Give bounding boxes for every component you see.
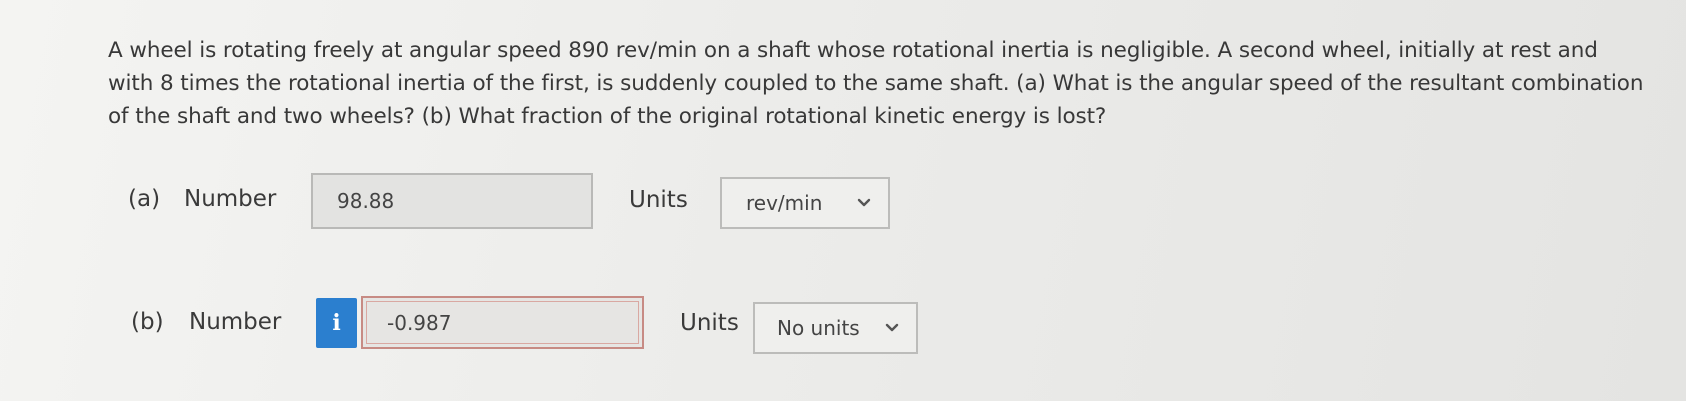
part-a-label: (a): [128, 186, 161, 212]
part-a-answer-value: 98.88: [337, 189, 395, 213]
part-b-number-label: Number: [189, 309, 282, 335]
part-b-units-value: No units: [777, 316, 860, 340]
question-text: A wheel is rotating freely at angular sp…: [108, 38, 1644, 129]
part-b-units-label: Units: [680, 310, 739, 336]
part-b-row: (b) Number i -0.987 Units No units: [0, 296, 1686, 354]
info-icon[interactable]: i: [316, 298, 357, 348]
part-a-units-label: Units: [629, 187, 688, 213]
part-b-units-select[interactable]: No units: [753, 302, 918, 354]
chevron-down-icon: [850, 193, 878, 213]
part-a-units-value: rev/min: [746, 191, 823, 215]
chevron-down-icon: [878, 318, 906, 338]
part-a-row: (a) Number 98.88 Units rev/min: [0, 173, 1686, 229]
part-a-number-label: Number: [184, 186, 277, 212]
part-b-label: (b): [131, 309, 164, 335]
part-a-answer-input[interactable]: 98.88: [311, 173, 593, 229]
part-b-answer-input[interactable]: -0.987: [361, 296, 644, 349]
part-b-answer-value: -0.987: [387, 310, 452, 335]
part-a-units-select[interactable]: rev/min: [720, 177, 890, 229]
